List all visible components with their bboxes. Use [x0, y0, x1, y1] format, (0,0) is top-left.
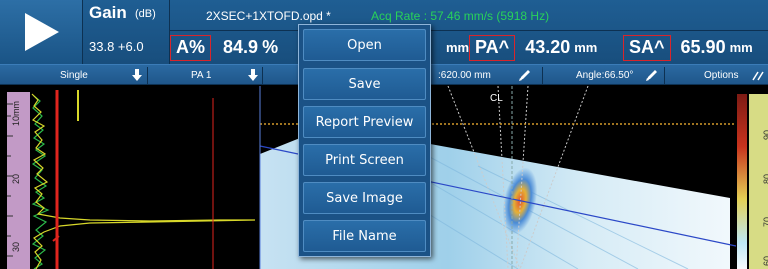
menu-item-open[interactable]: Open	[303, 29, 426, 61]
gain-title: Gain	[89, 3, 127, 22]
play-icon	[25, 13, 59, 51]
down-arrow-icon[interactable]	[248, 69, 258, 81]
reading-value: 84.9	[223, 37, 259, 57]
distance-label: :620.00 mm	[438, 70, 491, 81]
reading-pa[interactable]: PA^ 43.20 mm	[469, 34, 597, 61]
angle-field[interactable]: Angle:66.50°	[576, 65, 633, 86]
angle-label: Angle:66.50°	[576, 70, 634, 81]
reading-hidden-unit: mm	[442, 34, 469, 61]
amplitude-tick-label: 60	[762, 255, 768, 266]
toolbar-divider	[664, 67, 665, 84]
amplitude-ruler: 90 80 70 60	[749, 94, 768, 269]
reading-sa[interactable]: SA^ 65.90 mm	[623, 34, 753, 61]
reading-value: 43.20	[525, 37, 571, 57]
menu-item-report-preview[interactable]: Report Preview	[303, 106, 426, 138]
menu-item-save[interactable]: Save	[303, 68, 426, 100]
amplitude-tick-label: 80	[762, 173, 768, 184]
pencil-icon[interactable]	[645, 69, 658, 82]
menu-item-file-name[interactable]: File Name	[303, 220, 426, 252]
pa-group-dropdown[interactable]: PA 1	[191, 65, 211, 86]
ultrasonic-flaw-detector-window: Gain (dB) 33.8 +6.0 2XSEC+1XTOFD.opd * A…	[0, 0, 768, 269]
readings-row: A% 84.9 % mm PA^ 43.20 mm SA^ 65.90 mm	[170, 31, 768, 64]
menu-item-label: Open	[347, 37, 382, 53]
reading-unit: mm	[446, 40, 470, 55]
menu-item-print-screen[interactable]: Print Screen	[303, 144, 426, 176]
menu-item-label: Save	[348, 76, 381, 92]
reading-unit: mm	[729, 40, 753, 55]
reading-name-box: PA^	[469, 34, 516, 61]
pencil-icon[interactable]	[518, 69, 531, 82]
single-dropdown[interactable]: Single	[60, 65, 88, 86]
centerline-label: CL	[490, 93, 503, 104]
menu-item-label: Save Image	[326, 190, 403, 206]
amplitude-tick-label: 70	[762, 216, 768, 227]
acquisition-rate-label: Acq Rate : 57.46 mm/s (5918 Hz)	[371, 9, 550, 23]
options-label: Options	[704, 70, 739, 81]
gain-control[interactable]: Gain (dB) 33.8 +6.0	[83, 0, 170, 64]
reading-unit: %	[262, 37, 279, 57]
distance-field[interactable]: :620.00 mm	[438, 65, 491, 86]
amplitude-tick-label: 90	[762, 129, 768, 140]
file-name-label: 2XSEC+1XTOFD.opd *	[206, 9, 331, 23]
menu-item-label: File Name	[332, 228, 397, 244]
play-button[interactable]	[0, 0, 83, 64]
ascan-view[interactable]	[0, 86, 300, 269]
file-context-menu: Open Save Report Preview Print Screen Sa…	[298, 24, 431, 257]
single-label: Single	[60, 70, 88, 81]
toolbar-divider	[147, 67, 148, 84]
reading-name-box: A%	[170, 34, 212, 61]
menu-item-label: Report Preview	[315, 114, 414, 130]
amplitude-color-palette	[737, 94, 747, 269]
pa-group-label: PA 1	[191, 70, 212, 81]
file-info-row: 2XSEC+1XTOFD.opd * Acq Rate : 57.46 mm/s…	[170, 0, 768, 31]
toolbar-divider	[262, 67, 263, 84]
gain-value: 33.8 +6.0	[89, 39, 144, 54]
reading-unit: mm	[574, 40, 598, 55]
toolbar-divider	[542, 67, 543, 84]
gain-unit: (dB)	[135, 8, 156, 20]
down-arrow-icon[interactable]	[132, 69, 142, 81]
options-arrows-icon[interactable]	[752, 70, 766, 82]
reading-amplitude[interactable]: A% 84.9 %	[170, 34, 278, 61]
options-menu[interactable]: Options	[704, 65, 738, 86]
reading-value: 65.90	[680, 37, 726, 57]
menu-item-label: Print Screen	[325, 152, 404, 168]
menu-item-save-image[interactable]: Save Image	[303, 182, 426, 214]
reading-name-box: SA^	[623, 34, 671, 61]
